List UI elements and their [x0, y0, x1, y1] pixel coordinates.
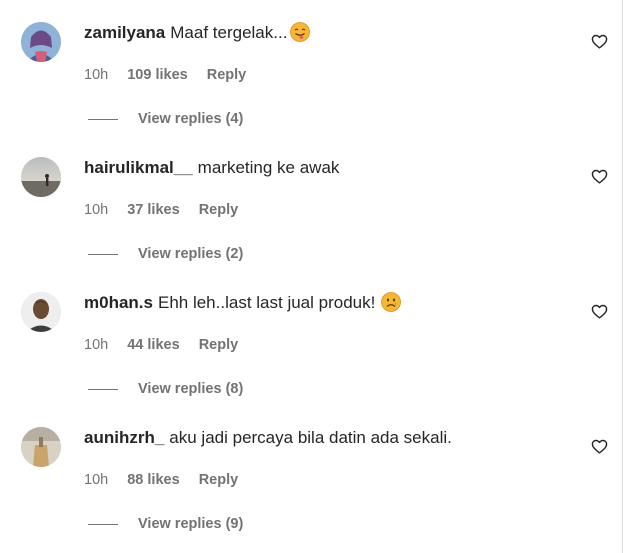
replies-divider: [88, 389, 118, 390]
comment-body: hairulikmal__ marketing ke awak: [84, 157, 339, 179]
heart-icon[interactable]: [591, 438, 608, 455]
avatar[interactable]: [21, 427, 61, 467]
view-replies-button[interactable]: View replies (4): [138, 110, 243, 128]
comment-meta: 10h 88 likes Reply: [84, 471, 238, 489]
comment-time: 10h: [84, 202, 109, 218]
likes-count[interactable]: 44 likes: [127, 337, 179, 353]
comment-time: 10h: [84, 472, 109, 488]
comment-username[interactable]: zamilyana: [84, 23, 165, 42]
reply-button[interactable]: Reply: [199, 472, 239, 488]
comment-username[interactable]: hairulikmal__: [84, 158, 193, 177]
comment-item: aunihzrh_ aku jadi percaya bila datin ada…: [0, 405, 622, 540]
likes-count[interactable]: 109 likes: [127, 67, 187, 83]
comment-username[interactable]: aunihzrh_: [84, 428, 164, 447]
replies-divider: [88, 254, 118, 255]
comment-time: 10h: [84, 337, 109, 353]
comment-body: aunihzrh_ aku jadi percaya bila datin ada…: [84, 427, 452, 449]
comment-meta: 10h 37 likes Reply: [84, 201, 238, 219]
comment-item: zamilyana Maaf tergelak... 10h 109 likes …: [0, 0, 622, 135]
avatar[interactable]: [21, 22, 61, 62]
view-replies-button[interactable]: View replies (9): [138, 515, 243, 533]
heart-icon[interactable]: [591, 33, 608, 50]
comment-text: Ehh leh..last last jual produk!: [157, 293, 376, 312]
comment-item: m0han.s Ehh leh..last last jual produk! 1…: [0, 270, 622, 405]
comment-meta: 10h 44 likes Reply: [84, 336, 238, 354]
heart-icon[interactable]: [591, 303, 608, 320]
replies-divider: [88, 524, 118, 525]
view-replies-button[interactable]: View replies (8): [138, 380, 243, 398]
comment-text: marketing ke awak: [197, 158, 340, 177]
comment-text: aku jadi percaya bila datin ada sekali.: [169, 428, 452, 447]
avatar[interactable]: [21, 157, 61, 197]
comment-item: hairulikmal__ marketing ke awak 10h 37 li…: [0, 135, 622, 270]
tongue-out-emoji: [290, 22, 311, 42]
replies-divider: [88, 119, 118, 120]
view-replies-button[interactable]: View replies (2): [138, 245, 243, 263]
likes-count[interactable]: 37 likes: [127, 202, 179, 218]
comment-time: 10h: [84, 67, 109, 83]
reply-button[interactable]: Reply: [199, 202, 239, 218]
comment-body: zamilyana Maaf tergelak...: [84, 22, 311, 44]
heart-icon[interactable]: [591, 168, 608, 185]
comment-meta: 10h 109 likes Reply: [84, 66, 246, 84]
sad-face-emoji: [381, 292, 402, 312]
reply-button[interactable]: Reply: [207, 67, 247, 83]
comment-username[interactable]: m0han.s: [84, 293, 153, 312]
likes-count[interactable]: 88 likes: [127, 472, 179, 488]
comment-text: Maaf tergelak...: [170, 23, 288, 42]
reply-button[interactable]: Reply: [199, 337, 239, 353]
comment-body: m0han.s Ehh leh..last last jual produk!: [84, 292, 402, 314]
avatar[interactable]: [21, 292, 61, 332]
